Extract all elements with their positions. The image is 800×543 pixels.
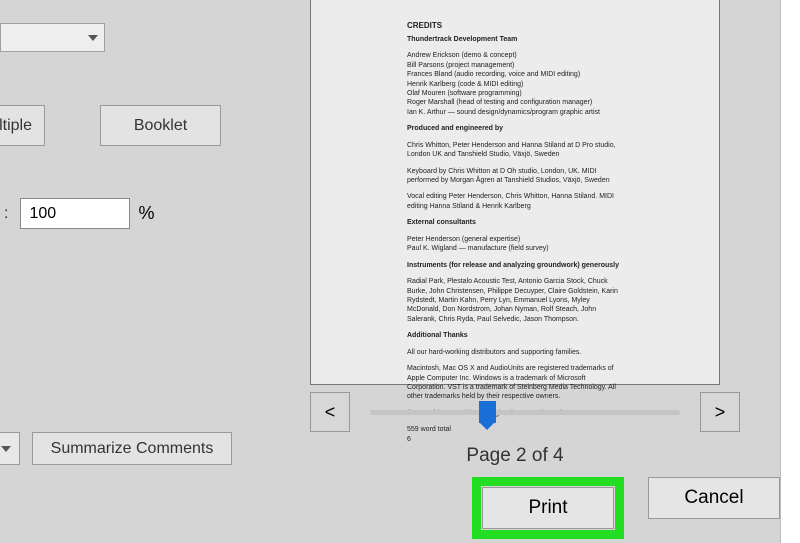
doc-text: Radial Park, Plestalo Acoustic Test, Ant… [407,277,623,324]
booklet-button[interactable]: Booklet [100,105,221,146]
page-slider[interactable] [370,397,680,427]
summarize-comments-button[interactable]: Summarize Comments [32,432,232,465]
next-page-button[interactable]: > [700,392,740,432]
slider-thumb[interactable] [479,401,496,423]
doc-text: Instruments (for release and analyzing g… [407,261,623,270]
slider-track [370,410,680,415]
tutorial-highlight: Print [472,477,624,539]
doc-text: Chris Whitton, Peter Henderson and Hanna… [407,141,623,160]
chevron-down-icon [88,35,98,41]
scale-input[interactable] [20,198,130,229]
doc-text: Keyboard by Chris Whitton at D Oh studio… [407,167,623,186]
percent-symbol: % [138,203,154,224]
print-button[interactable]: Print [482,487,614,529]
page-thumbnail: CREDITS Thundertrack Development Team An… [310,0,720,385]
comment-mode-dropdown[interactable] [0,432,20,465]
doc-text: External consultants [407,218,623,227]
multiple-button[interactable]: ultiple [0,105,45,146]
page-indicator: Page 2 of 4 [310,445,720,467]
prev-page-button[interactable]: < [310,392,350,432]
window-edge [780,0,800,543]
cancel-button[interactable]: Cancel [648,477,780,519]
chevron-down-icon [1,446,11,452]
doc-text: Produced and engineered by [407,124,623,133]
doc-title: CREDITS [407,21,623,32]
doc-text: Peter Henderson (general expertise) Paul… [407,235,623,254]
doc-text: Vocal editing Peter Henderson, Chris Whi… [407,192,623,211]
doc-text: Additional Thanks [407,331,623,340]
doc-text: All our hard-working distributors and su… [407,348,623,357]
doc-text: Andrew Erickson (demo & concept) Bill Pa… [407,51,623,117]
scale-label: : [0,205,20,223]
print-preview: CREDITS Thundertrack Development Team An… [310,0,720,500]
doc-text: Thundertrack Development Team [407,35,623,44]
options-dropdown[interactable] [0,23,105,52]
